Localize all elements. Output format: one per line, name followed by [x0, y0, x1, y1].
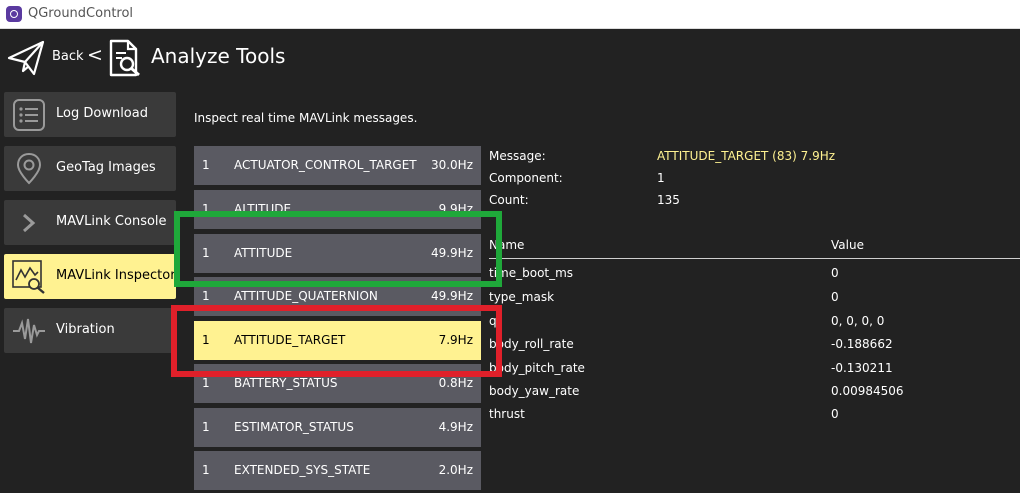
message-rate: 30.0Hz	[430, 158, 473, 172]
field-row: body_pitch_rate -0.130211	[489, 361, 1020, 381]
message-name: ACTUATOR_CONTROL_TARGET	[234, 158, 417, 172]
back-button[interactable]: Back	[52, 49, 84, 64]
qgc-app-icon	[6, 6, 22, 22]
message-rate: 2.0Hz	[438, 463, 473, 477]
breadcrumb-separator: <	[87, 44, 103, 66]
location-pin-icon	[16, 152, 42, 185]
sidebar-item-label: GeoTag Images	[56, 160, 156, 175]
message-rate: 7.9Hz	[438, 333, 473, 347]
component-label: Component:	[489, 171, 563, 185]
analyze-document-icon	[109, 39, 140, 77]
message-row[interactable]: 1 ATTITUDE_QUATERNION 49.9Hz	[194, 277, 481, 316]
sidebar: Log Download GeoTag Images MAVLink Conso…	[0, 86, 182, 493]
count-label: Count:	[489, 193, 529, 207]
field-name: time_boot_ms	[489, 266, 574, 280]
field-value: 0, 0, 0, 0	[831, 314, 885, 328]
message-component: 1	[202, 202, 210, 216]
message-rate: 49.9Hz	[430, 289, 473, 303]
message-rate: 4.9Hz	[438, 420, 473, 434]
field-row: body_yaw_rate 0.00984506	[489, 384, 1020, 404]
window-title: QGroundControl	[28, 6, 134, 21]
field-row: type_mask 0	[489, 290, 1020, 310]
message-row-selected[interactable]: 1 ATTITUDE_TARGET 7.9Hz	[194, 321, 481, 360]
sidebar-item-vibration[interactable]: Vibration	[4, 308, 176, 353]
sidebar-item-geotag-images[interactable]: GeoTag Images	[4, 146, 176, 191]
message-component: 1	[202, 158, 210, 172]
window-titlebar: QGroundControl	[0, 0, 1020, 29]
field-row: body_roll_rate -0.188662	[489, 337, 1020, 357]
message-name: EXTENDED_SYS_STATE	[234, 463, 371, 477]
message-name: ESTIMATOR_STATUS	[234, 420, 354, 434]
inspector-description: Inspect real time MAVLink messages.	[194, 111, 418, 125]
message-row[interactable]: 1 ATTITUDE 49.9Hz	[194, 234, 481, 273]
column-value-header: Value	[831, 238, 864, 252]
field-value: -0.130211	[831, 361, 893, 375]
field-name: thrust	[489, 407, 525, 421]
message-name: ALTITUDE	[234, 202, 292, 216]
message-component: 1	[202, 376, 210, 390]
sidebar-item-label: Vibration	[56, 322, 115, 337]
sidebar-item-log-download[interactable]: Log Download	[4, 92, 176, 137]
field-value: 0	[831, 407, 839, 421]
message-rate: 9.9Hz	[438, 202, 473, 216]
field-row: thrust 0	[489, 407, 1020, 427]
field-row: q 0, 0, 0, 0	[489, 314, 1020, 334]
field-name: body_pitch_rate	[489, 361, 585, 375]
message-component: 1	[202, 246, 210, 260]
message-name: ATTITUDE_QUATERNION	[234, 289, 378, 303]
sidebar-item-label: MAVLink Console	[56, 214, 167, 229]
message-name: ATTITUDE_TARGET	[234, 333, 346, 347]
component-value: 1	[657, 171, 665, 185]
message-row[interactable]: 1 ALTITUDE 9.9Hz	[194, 190, 481, 229]
paper-plane-icon[interactable]	[7, 39, 45, 77]
message-name: BATTERY_STATUS	[234, 376, 338, 390]
message-value: ATTITUDE_TARGET (83) 7.9Hz	[657, 149, 836, 163]
field-value: 0	[831, 290, 839, 304]
sidebar-item-label: MAVLink Inspector	[56, 268, 176, 283]
list-icon	[13, 99, 45, 131]
app-header: Back < Analyze Tools	[0, 30, 1020, 86]
message-component: 1	[202, 420, 210, 434]
column-name-header: Name	[489, 238, 525, 252]
message-name: ATTITUDE	[234, 246, 293, 260]
sidebar-item-mavlink-inspector[interactable]: MAVLink Inspector	[4, 254, 176, 299]
message-rate: 0.8Hz	[438, 376, 473, 390]
page-title: Analyze Tools	[151, 44, 286, 68]
field-row: time_boot_ms 0	[489, 266, 1020, 286]
field-name: body_yaw_rate	[489, 384, 580, 398]
field-name: q	[489, 314, 497, 328]
waveform-icon	[13, 318, 45, 344]
field-value: 0	[831, 266, 839, 280]
header-divider	[489, 258, 1020, 259]
chevron-right-icon	[23, 213, 36, 233]
chart-magnify-icon	[12, 260, 45, 294]
message-rate: 49.9Hz	[430, 246, 473, 260]
fields-table-header: Name Value	[489, 238, 1020, 258]
sidebar-item-label: Log Download	[56, 106, 148, 121]
message-row[interactable]: 1 BATTERY_STATUS 0.8Hz	[194, 364, 481, 403]
field-value: -0.188662	[831, 337, 893, 351]
message-row[interactable]: 1 ESTIMATOR_STATUS 4.9Hz	[194, 408, 481, 447]
message-label: Message:	[489, 149, 546, 163]
message-component: 1	[202, 463, 210, 477]
field-value: 0.00984506	[831, 384, 904, 398]
message-row[interactable]: 1 EXTENDED_SYS_STATE 2.0Hz	[194, 451, 481, 490]
field-name: body_roll_rate	[489, 337, 574, 351]
field-name: type_mask	[489, 290, 555, 304]
sidebar-item-mavlink-console[interactable]: MAVLink Console	[4, 200, 176, 245]
message-row[interactable]: 1 ACTUATOR_CONTROL_TARGET 30.0Hz	[194, 146, 481, 185]
message-component: 1	[202, 289, 210, 303]
message-component: 1	[202, 333, 210, 347]
count-value: 135	[657, 193, 680, 207]
